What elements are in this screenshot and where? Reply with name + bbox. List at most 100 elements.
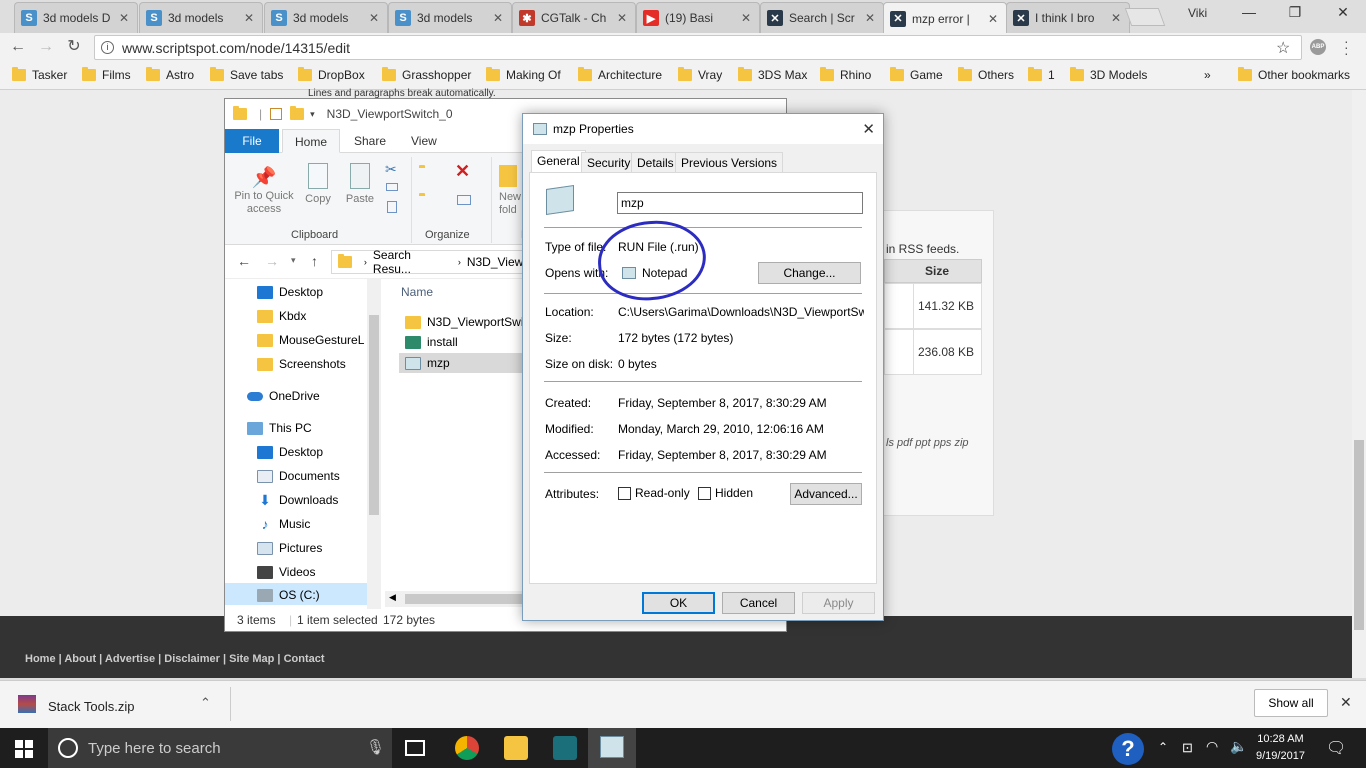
cut-icon[interactable]: ✂ (385, 161, 397, 178)
wifi-icon[interactable]: ◠ (1206, 738, 1218, 755)
help-icon[interactable]: ? (1112, 733, 1144, 765)
chrome-icon[interactable] (455, 736, 479, 760)
ok-button[interactable]: OK (642, 592, 715, 614)
close-window-icon[interactable]: ✕ (1328, 4, 1358, 21)
horizontal-scrollbar[interactable]: ◀ (385, 591, 525, 607)
breadcrumb-item[interactable]: Search Resu... (373, 248, 452, 276)
paste-shortcut-icon[interactable] (387, 201, 397, 213)
cancel-button[interactable]: Cancel (722, 592, 795, 614)
name-column-header[interactable]: Name (401, 285, 433, 299)
nav-item-mousegesture[interactable]: MouseGestureL (257, 333, 364, 347)
taskbar-active-app[interactable] (588, 728, 636, 768)
close-tab-icon[interactable]: ✕ (367, 11, 381, 25)
nav-item-onedrive[interactable]: OneDrive (247, 389, 320, 403)
minimize-icon[interactable]: — (1234, 4, 1264, 20)
scrollbar-thumb[interactable] (1354, 440, 1364, 630)
nav-item-desktop[interactable]: Desktop (257, 285, 323, 299)
task-view-icon[interactable] (405, 740, 425, 756)
nav-item-pictures[interactable]: Pictures (257, 541, 322, 555)
tab-general[interactable]: General (531, 150, 586, 173)
file-row-selected[interactable]: mzp (405, 356, 450, 370)
restore-icon[interactable]: ❐ (1280, 4, 1310, 21)
copy-button[interactable]: Copy (301, 163, 335, 205)
tab-details[interactable]: Details (631, 152, 680, 172)
recent-dropdown-icon[interactable]: ▾ (291, 255, 296, 266)
clock[interactable]: 10:28 AM 9/19/2017 (1256, 731, 1305, 765)
quick-access-dropdown-icon[interactable]: ▾ (310, 109, 315, 120)
nav-item-music[interactable]: ♪ Music (257, 517, 311, 532)
file-row[interactable]: install (405, 335, 458, 349)
back-icon[interactable]: ← (237, 253, 251, 269)
other-bookmarks[interactable]: Other bookmarks (1238, 67, 1350, 82)
delete-icon[interactable]: ✕ (455, 161, 470, 182)
volume-icon[interactable]: 🔈 (1230, 738, 1247, 755)
properties-quick-icon[interactable] (270, 108, 283, 120)
bookmark-folder[interactable]: Films (82, 67, 131, 82)
footer-link-about[interactable]: About (64, 653, 96, 665)
forward-icon[interactable]: → (36, 37, 56, 57)
page-scrollbar[interactable] (1352, 90, 1366, 678)
browser-tab[interactable]: ✕ I think I bro ✕ (1006, 2, 1130, 33)
reload-icon[interactable]: ↻ (64, 37, 84, 57)
browser-tab[interactable]: S 3d models ✕ (264, 2, 388, 33)
close-tab-icon[interactable]: ✕ (117, 11, 131, 25)
browser-tab[interactable]: ✕ Search | Scr ✕ (760, 2, 884, 33)
browser-tab[interactable]: S 3d models ✕ (139, 2, 263, 33)
close-tab-icon[interactable]: ✕ (986, 12, 1000, 26)
breadcrumb-item[interactable]: N3D_Viewp (467, 255, 530, 269)
bookmark-folder[interactable]: 3D Models (1070, 67, 1147, 82)
close-icon[interactable]: ✕ (862, 120, 875, 138)
bookmark-folder[interactable]: 1 (1028, 67, 1055, 82)
browser-tab[interactable]: S 3d models D ✕ (14, 2, 138, 33)
copy-to-icon[interactable] (419, 195, 425, 209)
close-tab-icon[interactable]: ✕ (739, 11, 753, 25)
paste-button[interactable]: Paste (343, 163, 377, 205)
scrollbar-thumb[interactable] (405, 594, 525, 604)
bookmark-folder[interactable]: Vray (678, 67, 722, 82)
back-icon[interactable]: ← (8, 37, 28, 57)
up-icon[interactable]: ↑ (311, 253, 318, 269)
windows-start-icon[interactable] (15, 740, 33, 758)
microphone-icon[interactable]: 🎙 (366, 738, 385, 756)
browser-tab[interactable]: ▶ (19) Basi ✕ (636, 2, 760, 33)
tab-home[interactable]: Home (282, 129, 341, 153)
close-icon[interactable]: ✕ (1340, 694, 1352, 711)
footer-link-advertise[interactable]: Advertise (105, 653, 155, 665)
bookmark-folder[interactable]: 3DS Max (738, 67, 807, 82)
forward-icon[interactable]: → (265, 253, 279, 269)
adblock-icon[interactable]: ABP (1310, 39, 1326, 55)
taskbar-search[interactable]: Type here to search (48, 728, 392, 768)
address-bar[interactable]: i www.scriptspot.com/node/14315/edit (94, 35, 1302, 60)
menu-icon[interactable]: · · · (1344, 34, 1349, 60)
notifications-icon[interactable]: 🗨 (1326, 738, 1346, 758)
nav-item-this-pc[interactable]: This PC (247, 421, 312, 435)
rename-icon[interactable] (457, 195, 471, 205)
tab-security[interactable]: Security (581, 152, 637, 172)
file-explorer-icon[interactable] (504, 736, 528, 760)
copy-path-icon[interactable] (386, 183, 398, 191)
hidden-checkbox[interactable]: Hidden (698, 486, 753, 500)
footer-link-contact[interactable]: Contact (284, 653, 325, 665)
nav-item-screenshots[interactable]: Screenshots (257, 357, 346, 371)
move-to-icon[interactable] (419, 167, 425, 181)
bookmark-folder[interactable]: Tasker (12, 67, 67, 82)
download-filename[interactable]: Stack Tools.zip (48, 699, 134, 714)
scrollbar-thumb[interactable] (369, 315, 379, 515)
readonly-checkbox[interactable]: Read-only (618, 486, 690, 500)
footer-link-home[interactable]: Home (25, 653, 56, 665)
profile-name[interactable]: Viki (1188, 6, 1207, 20)
footer-link-sitemap[interactable]: Site Map (229, 653, 274, 665)
footer-link-disclaimer[interactable]: Disclaimer (164, 653, 220, 665)
bookmark-folder[interactable]: Astro (146, 67, 194, 82)
filename-field[interactable] (617, 192, 863, 214)
tab-previous-versions[interactable]: Previous Versions (675, 152, 784, 172)
info-icon[interactable]: i (101, 41, 114, 54)
checkbox-box[interactable] (698, 486, 711, 500)
chevron-up-icon[interactable]: ⌃ (200, 695, 211, 711)
scroll-left-icon[interactable]: ◀ (389, 592, 396, 603)
close-tab-icon[interactable]: ✕ (491, 11, 505, 25)
file-row[interactable]: N3D_ViewportSwitc (405, 315, 533, 329)
pin-quick-access-button[interactable]: 📌 Pin to Quick access (231, 165, 297, 216)
nav-item-videos[interactable]: Videos (257, 565, 315, 579)
bookmark-folder[interactable]: Architecture (578, 67, 662, 82)
